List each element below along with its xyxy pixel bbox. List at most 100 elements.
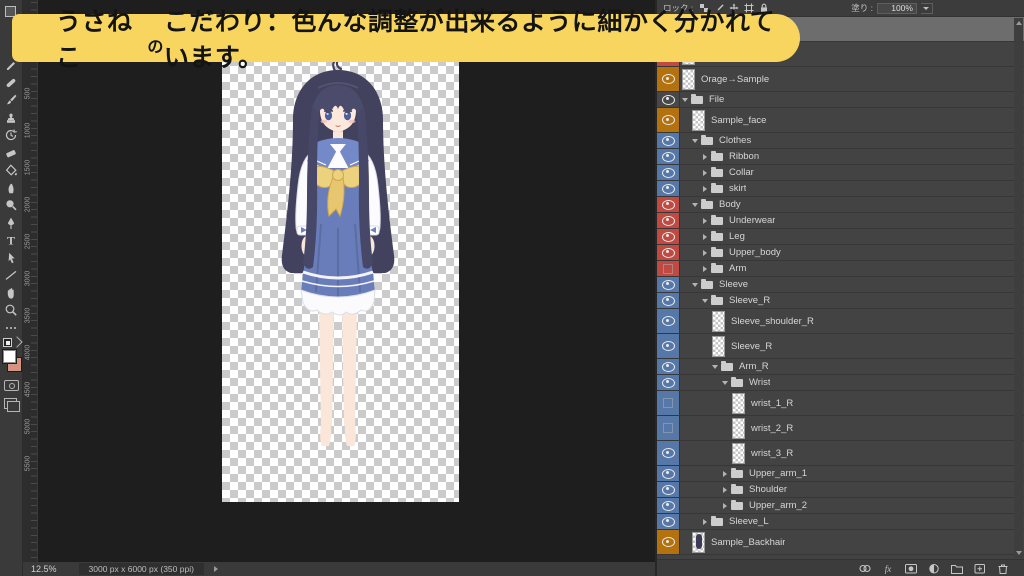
chevron-icon[interactable] [703,519,707,525]
path-selection-tool-icon[interactable] [3,251,19,265]
group-row[interactable]: Ribbon [657,149,1024,165]
chevron-icon[interactable] [702,299,708,303]
visibility-toggle[interactable] [657,482,680,497]
visibility-toggle[interactable] [657,229,680,244]
fill-opacity-dropdown[interactable] [921,3,933,14]
adjustment-layer-icon[interactable] [927,562,941,575]
group-row[interactable]: Sleeve_L [657,514,1024,530]
group-row[interactable]: Upper_arm_2 [657,498,1024,514]
visibility-toggle[interactable] [657,359,680,374]
visibility-toggle[interactable] [657,514,680,529]
document-canvas[interactable] [222,58,459,502]
chevron-icon[interactable] [692,283,698,287]
history-brush-tool-icon[interactable] [3,128,19,142]
visibility-toggle[interactable] [657,466,680,481]
layer-effects-icon[interactable]: fx [881,562,895,575]
group-row[interactable]: skirt [657,181,1024,197]
group-row[interactable]: File [657,92,1024,108]
swap-colors-icon[interactable] [11,336,22,347]
group-row[interactable]: Clothes [657,133,1024,149]
visibility-toggle[interactable] [657,293,680,308]
group-row[interactable]: Sleeve [657,277,1024,293]
layer-row[interactable]: Sample_Backhair [657,530,1024,555]
visibility-toggle[interactable] [657,133,680,148]
chevron-icon[interactable] [703,186,707,192]
visibility-toggle[interactable] [657,334,680,358]
chevron-icon[interactable] [682,98,688,102]
scroll-up-icon[interactable] [1016,21,1022,25]
chevron-icon[interactable] [723,487,727,493]
chevron-icon[interactable] [703,250,707,256]
visibility-toggle[interactable] [657,277,680,292]
visibility-toggle[interactable] [657,197,680,212]
group-row[interactable]: Sleeve_R [657,293,1024,309]
visibility-toggle[interactable] [657,416,680,440]
layer-row[interactable]: wrist_2_R [657,416,1024,441]
visibility-toggle[interactable] [657,245,680,260]
hand-tool-icon[interactable] [3,286,19,300]
layer-row[interactable]: wrist_1_R [657,391,1024,416]
visibility-toggle[interactable] [657,149,680,164]
chevron-icon[interactable] [722,381,728,385]
scroll-down-icon[interactable] [1016,551,1022,555]
visibility-toggle[interactable] [657,213,680,228]
group-row[interactable]: Underwear [657,213,1024,229]
layer-row[interactable]: wrist_3_R [657,441,1024,466]
chevron-icon[interactable] [703,266,707,272]
visibility-toggle[interactable] [657,92,680,107]
group-row[interactable]: Collar [657,165,1024,181]
line-tool-icon[interactable] [3,268,19,282]
layer-row[interactable]: Sleeve_R [657,334,1024,359]
visibility-toggle[interactable] [657,391,680,415]
chevron-icon[interactable] [703,234,707,240]
layer-mask-icon[interactable] [904,562,918,575]
chevron-icon[interactable] [703,154,707,160]
default-colors-icon[interactable] [3,338,12,347]
group-row[interactable]: Upper_arm_1 [657,466,1024,482]
smudge-tool-icon[interactable] [3,181,19,195]
new-layer-icon[interactable] [973,562,987,575]
status-menu-arrow-icon[interactable] [214,566,218,572]
group-row[interactable]: Leg [657,229,1024,245]
group-row[interactable]: Arm_R [657,359,1024,375]
chevron-icon[interactable] [703,170,707,176]
chevron-icon[interactable] [723,471,727,477]
chevron-icon[interactable] [692,139,698,143]
visibility-toggle[interactable] [657,309,680,333]
group-row[interactable]: Body [657,197,1024,213]
layer-row[interactable]: Sample_face [657,108,1024,133]
zoom-tool-icon[interactable] [3,303,19,317]
dodge-tool-icon[interactable] [3,198,19,212]
eraser-tool-icon[interactable] [3,146,19,160]
visibility-toggle[interactable] [657,108,680,132]
visibility-toggle[interactable] [657,441,680,465]
clone-stamp-tool-icon[interactable] [3,111,19,125]
visibility-toggle[interactable] [657,261,680,276]
chevron-icon[interactable] [703,218,707,224]
more-tools-tool-icon[interactable] [3,321,19,335]
new-group-icon[interactable] [950,562,964,575]
chevron-icon[interactable] [692,203,698,207]
visibility-toggle[interactable] [657,498,680,513]
group-row[interactable]: Wrist [657,375,1024,391]
vertical-ruler[interactable]: 5001000150020002500300035004000450050005… [23,0,38,562]
group-row[interactable]: Upper_body [657,245,1024,261]
layers-scrollbar[interactable] [1014,18,1023,558]
visibility-toggle[interactable] [657,530,680,554]
type-tool-icon[interactable]: T [3,233,19,247]
screen-mode-icon[interactable] [4,398,17,409]
pen-tool-icon[interactable] [3,216,19,230]
spot-healing-brush-tool-icon[interactable] [3,76,19,90]
visibility-toggle[interactable] [657,165,680,180]
quick-mask-icon[interactable] [4,380,19,391]
delete-layer-icon[interactable] [996,562,1010,575]
brush-tool-icon[interactable] [3,93,19,107]
layer-row[interactable]: Sleeve_shoulder_R [657,309,1024,334]
fill-opacity-field[interactable]: 100% [877,3,917,14]
chevron-icon[interactable] [712,365,718,369]
paint-bucket-tool-icon[interactable] [3,163,19,177]
visibility-toggle[interactable] [657,181,680,196]
chevron-icon[interactable] [723,503,727,509]
visibility-toggle[interactable] [657,375,680,390]
zoom-level-field[interactable]: 12.5% [31,564,57,574]
